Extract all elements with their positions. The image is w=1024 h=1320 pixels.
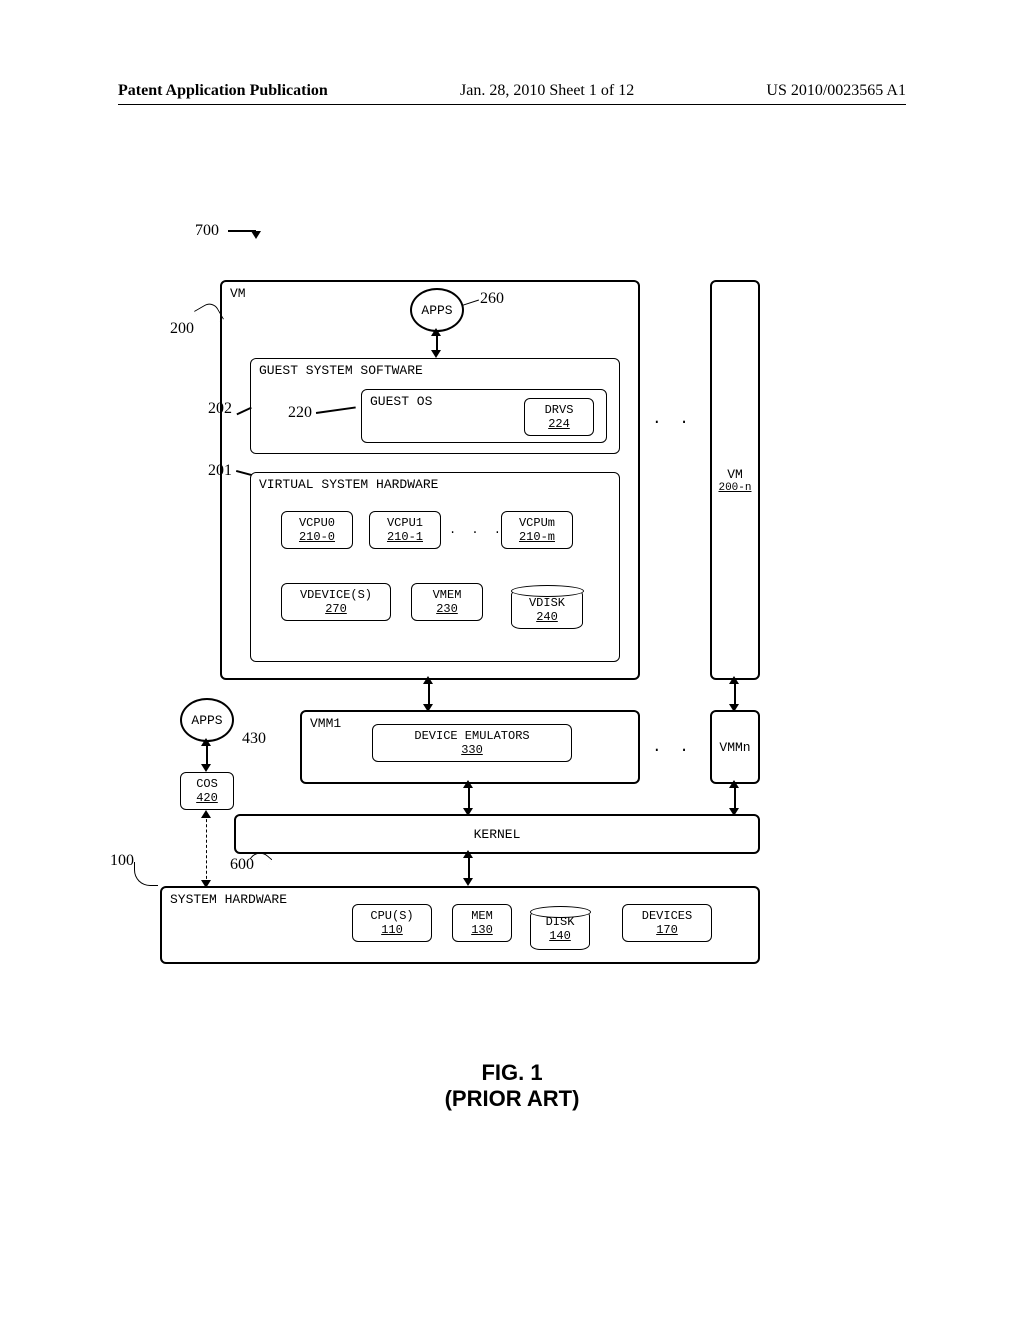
vcpum-label: VCPUm <box>508 516 566 530</box>
vcpu1-label: VCPU1 <box>376 516 434 530</box>
page: Patent Application Publication Jan. 28, … <box>0 0 1024 1320</box>
devices-box: DEVICES 170 <box>622 904 712 942</box>
vdisk-num: 240 <box>512 610 582 624</box>
ref-202: 202 <box>208 400 232 418</box>
arrow-kernel-hw-down <box>463 878 473 886</box>
arrow-cos-hw-up <box>201 810 211 818</box>
header-left: Patent Application Publication <box>118 82 328 100</box>
guest-os-box: GUEST OS DRVS 224 <box>361 389 607 443</box>
header-mid: Jan. 28, 2010 Sheet 1 of 12 <box>460 82 634 100</box>
vmem-box: VMEM 230 <box>411 583 483 621</box>
mem-label: MEM <box>459 909 505 923</box>
arrow-vmn-vmmn-up <box>729 676 739 684</box>
caption-line2: (PRIOR ART) <box>0 1086 1024 1112</box>
vcpu1-num: 210-1 <box>376 530 434 544</box>
system-hardware-box: SYSTEM HARDWARE CPU(S) 110 MEM 130 DISK … <box>160 886 760 964</box>
virtual-system-hardware-box: VIRTUAL SYSTEM HARDWARE VCPU0 210-0 VCPU… <box>250 472 620 662</box>
diagram: VM 200 APPS 260 GUEST SYSTEM SOFTWARE GU… <box>180 280 820 1000</box>
cos-box: COS 420 <box>180 772 234 810</box>
disk-num: 140 <box>531 929 589 943</box>
ref-260: 260 <box>480 290 504 308</box>
cos-label: COS <box>187 777 227 791</box>
device-emulators-box: DEVICE EMULATORS 330 <box>372 724 572 762</box>
arrow-apps-cos-down <box>201 764 211 772</box>
vcpu0-label: VCPU0 <box>288 516 346 530</box>
cos-num: 420 <box>187 791 227 805</box>
mem-num: 130 <box>459 923 505 937</box>
ref-100: 100 <box>110 852 134 870</box>
vm-n-label: VM <box>727 467 743 482</box>
ref-201: 201 <box>208 462 232 480</box>
vcpu1-box: VCPU1 210-1 <box>369 511 441 549</box>
apps-circle: APPS <box>410 288 464 332</box>
cpus-num: 110 <box>359 923 425 937</box>
vm-n-box: VM 200-n <box>710 280 760 680</box>
disk-cyl: DISK 140 <box>530 910 590 950</box>
ref-220: 220 <box>288 404 312 422</box>
vmem-label: VMEM <box>418 588 476 602</box>
vmmn-box: VMMn <box>710 710 760 784</box>
kernel-box: KERNEL <box>234 814 760 854</box>
drvs-num: 224 <box>531 417 587 431</box>
guest-os-label: GUEST OS <box>370 394 432 409</box>
arrow-vmm1-kernel-up <box>463 780 473 788</box>
device-emulators-num: 330 <box>379 743 565 757</box>
vcpum-box: VCPUm 210-m <box>501 511 573 549</box>
caption-line1: FIG. 1 <box>0 1060 1024 1086</box>
sys-hw-label: SYSTEM HARDWARE <box>170 892 287 907</box>
arrow-apps-guest-down <box>431 350 441 358</box>
drvs-label: DRVS <box>531 403 587 417</box>
device-emulators-label: DEVICE EMULATORS <box>379 729 565 743</box>
arrow-vmmn-kernel-up <box>729 780 739 788</box>
kernel-label: KERNEL <box>474 827 521 842</box>
vdisk-label: VDISK <box>512 596 582 610</box>
vmem-num: 230 <box>418 602 476 616</box>
drvs-box: DRVS 224 <box>524 398 594 436</box>
page-header: Patent Application Publication Jan. 28, … <box>118 82 906 105</box>
ref-700-arrowhead <box>251 231 261 239</box>
vmmn-label: VMMn <box>719 740 750 755</box>
disk-label: DISK <box>531 915 589 929</box>
arrow-apps-guest-up <box>431 328 441 336</box>
devices-num: 170 <box>629 923 705 937</box>
ref-100-leader <box>134 862 158 886</box>
vdevices-num: 270 <box>288 602 384 616</box>
vmm1-label: VMM1 <box>310 716 341 731</box>
vdisk-cyl: VDISK 240 <box>511 589 583 629</box>
arrow-cos-hw-dashed <box>206 814 207 884</box>
arrow-kernel-hw-up <box>463 850 473 858</box>
vcpum-num: 210-m <box>508 530 566 544</box>
vm-n-num: 200-n <box>718 482 751 494</box>
vcpu0-num: 210-0 <box>288 530 346 544</box>
vdevices-box: VDEVICE(S) 270 <box>281 583 391 621</box>
cpus-box: CPU(S) 110 <box>352 904 432 942</box>
vcpu0-box: VCPU0 210-0 <box>281 511 353 549</box>
header-right: US 2010/0023565 A1 <box>766 82 906 100</box>
apps-430-circle: APPS <box>180 698 234 742</box>
ref-700: 700 <box>195 222 219 240</box>
cpus-label: CPU(S) <box>359 909 425 923</box>
virt-sys-hw-label: VIRTUAL SYSTEM HARDWARE <box>259 477 438 492</box>
ref-430: 430 <box>242 730 266 748</box>
ref-200: 200 <box>170 320 194 338</box>
vdevices-label: VDEVICE(S) <box>288 588 384 602</box>
arrow-vm-vmm1-up <box>423 676 433 684</box>
figure-caption: FIG. 1 (PRIOR ART) <box>0 1060 1024 1112</box>
vmm1-box: VMM1 DEVICE EMULATORS 330 <box>300 710 640 784</box>
vm-label: VM <box>230 286 246 301</box>
arrow-apps-cos-up <box>201 738 211 746</box>
devices-label: DEVICES <box>629 909 705 923</box>
apps-label: APPS <box>421 303 452 318</box>
guest-sys-sw-label: GUEST SYSTEM SOFTWARE <box>259 363 423 378</box>
vcpu-dots: . . . <box>449 523 505 537</box>
apps-430-label: APPS <box>191 713 222 728</box>
mem-box: MEM 130 <box>452 904 512 942</box>
